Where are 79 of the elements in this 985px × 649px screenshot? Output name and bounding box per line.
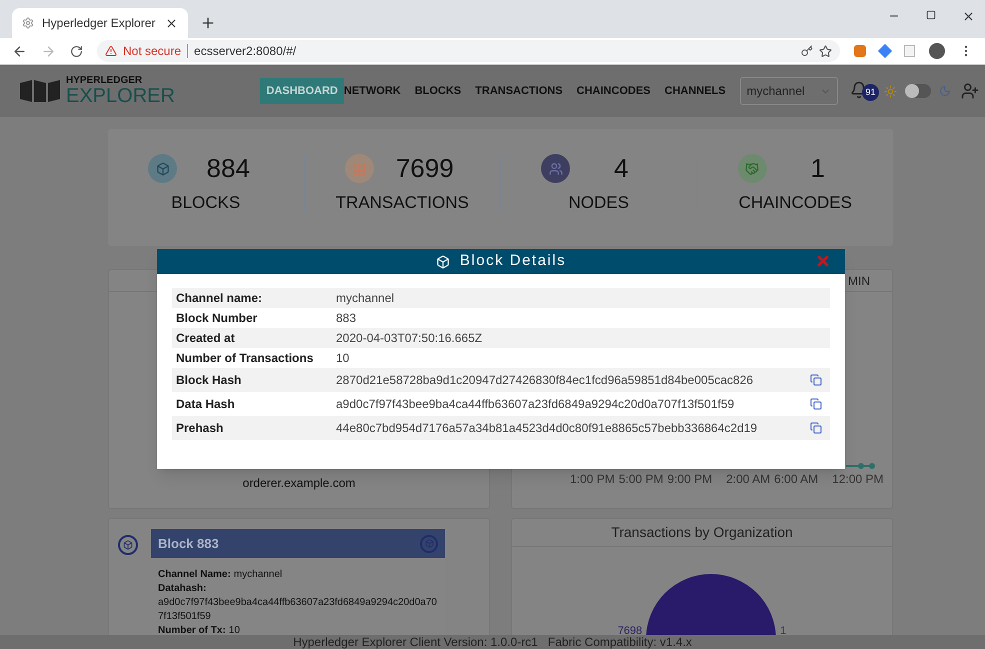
version-text: Hyperledger Explorer Client Version: 1.0.0-rc1 <box>293 635 538 649</box>
peer-name: orderer.example.com <box>242 475 356 492</box>
pie-label: 1 <box>780 624 786 635</box>
url-text: ecsserver2:8080/#/ <box>194 43 298 60</box>
nav-tab[interactable]: DASHBOARD <box>260 78 344 104</box>
stat-label: BLOCKS <box>171 192 240 214</box>
axis-label: 5:00 PM <box>618 471 664 488</box>
axis-label: 12:00 PM <box>832 471 884 488</box>
stat-label: TRANSACTIONS <box>336 192 469 214</box>
field-value: a9d0c7f97f43bee9ba4ca44ffb63607a23fd6849a9294c20d0a707f13f501f59 <box>158 596 438 624</box>
security-label: Not secure <box>123 43 182 60</box>
bookmark-star-icon[interactable] <box>819 44 832 58</box>
pie-label: 7698 <box>618 624 642 635</box>
cube-icon <box>436 254 450 268</box>
copy-icon[interactable] <box>810 374 822 386</box>
axis-label: 6:00 AM <box>774 471 818 488</box>
sun-icon <box>884 84 897 98</box>
profile-avatar[interactable] <box>929 43 945 59</box>
detail-label: Data Hash <box>176 396 236 413</box>
nav-tab[interactable]: CHANNELS <box>664 78 726 104</box>
field-label: Channel Name: <box>158 568 231 582</box>
detail-label: Block Number <box>176 310 258 327</box>
channel-select[interactable]: mychannel <box>740 77 838 105</box>
notification-badge: 91 <box>862 84 879 101</box>
nav-tab[interactable]: CHAINCODES <box>576 78 650 104</box>
stat-label: NODES <box>568 192 629 214</box>
address-bar[interactable]: Not secure ecsserver2:8080/#/ <box>97 40 840 62</box>
stat-value: 1 <box>810 152 826 186</box>
tab-favicon-icon <box>22 17 34 29</box>
line-chart-drawing <box>846 462 876 470</box>
axis-label: 9:00 PM <box>667 471 712 488</box>
detail-label: Number of Transactions <box>176 350 314 367</box>
detail-value: 2870d21e58728ba9d1c20947d27426830f84ec1fcd96a59851d84be005cac826 <box>336 372 754 389</box>
detail-value: mychannel <box>336 290 396 307</box>
stat-value: 7699 <box>394 152 455 186</box>
browser-tab[interactable]: Hyperledger Explorer <box>12 8 188 38</box>
field-label: Datahash: <box>158 582 208 596</box>
detail-value: 10 <box>336 350 350 367</box>
detail-value: 883 <box>336 310 358 327</box>
axis-label: 1:00 PM <box>570 471 615 488</box>
field-value: mychannel <box>234 568 282 582</box>
detail-value: 44e80c7bd954d7176a57a34b81a4523d4d0c80f91e8865c57bebb336864c2d19 <box>336 420 758 437</box>
theme-toggle[interactable] <box>905 84 931 98</box>
detail-label: Created at <box>176 330 236 347</box>
copy-icon[interactable] <box>810 422 822 434</box>
moon-icon <box>939 85 951 97</box>
block-title: Block 883 <box>158 534 219 553</box>
key-icon[interactable] <box>801 45 813 57</box>
timeline-block-icon <box>118 535 138 555</box>
field-label: Number of Tx: <box>158 624 226 635</box>
nav-tab[interactable]: TRANSACTIONS <box>475 78 563 104</box>
time-tab[interactable]: MIN <box>848 272 870 290</box>
logo-top-text: HYPERLEDGER <box>66 76 144 86</box>
maximize-icon[interactable] <box>926 10 936 20</box>
detail-value: a9d0c7f97f43bee9ba4ca44ffb63607a23fd6849a9294c20d0a707f13f501f59 <box>336 396 736 413</box>
add-user-icon[interactable] <box>961 82 979 100</box>
detail-label: Channel name: <box>176 290 264 307</box>
warning-icon <box>105 45 117 57</box>
logo-icon <box>20 80 60 102</box>
close-tab-icon[interactable] <box>165 16 178 30</box>
detail-label: Block Hash <box>176 372 242 389</box>
reload-icon[interactable] <box>70 44 83 58</box>
detail-value: 2020-04-03T07:50:16.665Z <box>336 330 484 347</box>
stat-value: 884 <box>206 152 251 186</box>
logo-bottom-text: EXPLORER <box>66 86 175 106</box>
nav-tab[interactable]: NETWORK <box>344 78 401 104</box>
axis-label: 2:00 AM <box>726 471 770 488</box>
compat-text: Fabric Compatibility: v1.4.x <box>548 635 692 649</box>
detail-label: Prehash <box>176 420 224 437</box>
stat-value: 4 <box>613 152 630 186</box>
back-icon[interactable] <box>12 44 27 58</box>
close-window-icon[interactable] <box>962 10 975 23</box>
stat-label: CHAINCODES <box>738 192 852 214</box>
dialog-title: Block Details <box>460 251 566 272</box>
new-tab-icon[interactable] <box>200 15 216 31</box>
nav-tab[interactable]: BLOCKS <box>414 78 462 104</box>
field-value: 10 <box>228 624 240 635</box>
copy-icon[interactable] <box>810 398 822 410</box>
panel-title: Transactions by Organization <box>611 523 793 542</box>
